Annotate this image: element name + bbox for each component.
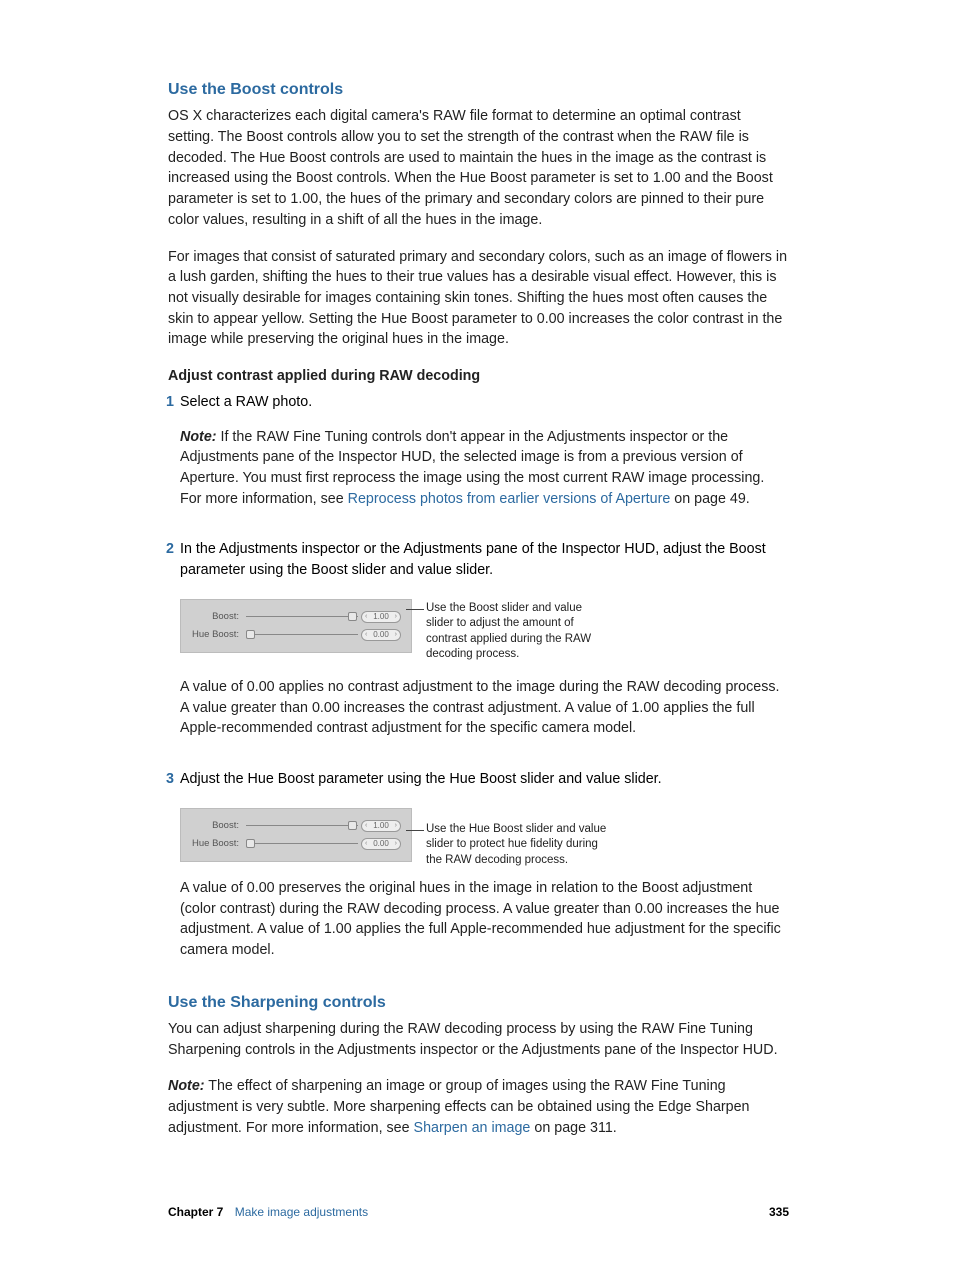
chapter-label: Chapter 7 [168, 1205, 223, 1219]
hue-boost-value: 0.00 [373, 629, 389, 641]
hue-boost-slider[interactable] [246, 843, 358, 844]
boost-label: Boost: [191, 610, 243, 624]
step-text: Adjust the Hue Boost parameter using the… [180, 769, 789, 790]
stepper-decrement-icon[interactable]: ‹ [365, 612, 367, 622]
step-1: 1 Select a RAW photo. Note: If the RAW F… [168, 392, 789, 526]
stepper-decrement-icon[interactable]: ‹ [365, 839, 367, 849]
hue-panel: Boost: ‹ 1.00 › Hue Boost: [180, 808, 412, 862]
hue-boost-value: 0.00 [373, 838, 389, 850]
hue-boost-slider-thumb[interactable] [246, 630, 255, 639]
boost-slider[interactable] [246, 616, 358, 617]
subheading: Adjust contrast applied during RAW decod… [168, 366, 789, 387]
boost-stepper[interactable]: ‹ 1.00 › [361, 611, 401, 623]
note-body-tail: on page 311. [530, 1120, 616, 1136]
body-paragraph: A value of 0.00 preserves the original h… [180, 878, 789, 961]
link-sharpen[interactable]: Sharpen an image [414, 1120, 531, 1136]
figure-callout: Use the Boost slider and value slider to… [412, 601, 612, 663]
step-text: In the Adjustments inspector or the Adju… [180, 539, 789, 580]
boost-label: Boost: [191, 819, 243, 833]
chapter-title: Make image adjustments [235, 1205, 368, 1219]
hue-boost-slider-thumb[interactable] [246, 839, 255, 848]
step-number: 3 [162, 769, 180, 977]
note-paragraph: Note: The effect of sharpening an image … [168, 1076, 789, 1138]
hue-boost-label: Hue Boost: [191, 837, 243, 851]
boost-slider-thumb[interactable] [348, 612, 357, 621]
link-reprocess[interactable]: Reprocess photos from earlier versions o… [348, 491, 671, 507]
boost-value: 1.00 [373, 820, 389, 832]
note-body-tail: on page 49. [670, 491, 750, 507]
step-number: 1 [162, 392, 180, 526]
step-2: 2 In the Adjustments inspector or the Ad… [168, 539, 789, 755]
boost-stepper[interactable]: ‹ 1.00 › [361, 820, 401, 832]
section-heading-boost: Use the Boost controls [168, 78, 789, 101]
step-text: Select a RAW photo. [180, 392, 789, 413]
body-paragraph: A value of 0.00 applies no contrast adju… [180, 677, 789, 739]
note-label: Note: [180, 429, 217, 445]
note-label: Note: [168, 1078, 205, 1094]
hue-boost-slider[interactable] [246, 634, 358, 635]
body-paragraph: For images that consist of saturated pri… [168, 247, 789, 351]
boost-slider[interactable] [246, 825, 358, 826]
stepper-increment-icon[interactable]: › [395, 839, 397, 849]
hue-boost-stepper[interactable]: ‹ 0.00 › [361, 629, 401, 641]
page-footer: Chapter 7 Make image adjustments 335 [168, 1204, 789, 1221]
stepper-increment-icon[interactable]: › [395, 821, 397, 831]
figure-callout: Use the Hue Boost slider and value slide… [412, 822, 612, 869]
hue-boost-stepper[interactable]: ‹ 0.00 › [361, 838, 401, 850]
boost-slider-thumb[interactable] [348, 821, 357, 830]
stepper-decrement-icon[interactable]: ‹ [365, 821, 367, 831]
stepper-increment-icon[interactable]: › [395, 612, 397, 622]
body-paragraph: OS X characterizes each digital camera's… [168, 106, 789, 230]
boost-panel: Boost: ‹ 1.00 › Hue Boost: [180, 599, 412, 653]
hue-boost-label: Hue Boost: [191, 628, 243, 642]
section-heading-sharpening: Use the Sharpening controls [168, 991, 789, 1014]
note-paragraph: Note: If the RAW Fine Tuning controls do… [180, 427, 789, 510]
boost-value: 1.00 [373, 611, 389, 623]
stepper-increment-icon[interactable]: › [395, 630, 397, 640]
step-3: 3 Adjust the Hue Boost parameter using t… [168, 769, 789, 977]
stepper-decrement-icon[interactable]: ‹ [365, 630, 367, 640]
body-paragraph: You can adjust sharpening during the RAW… [168, 1019, 789, 1060]
page-number: 335 [769, 1204, 789, 1221]
step-number: 2 [162, 539, 180, 755]
